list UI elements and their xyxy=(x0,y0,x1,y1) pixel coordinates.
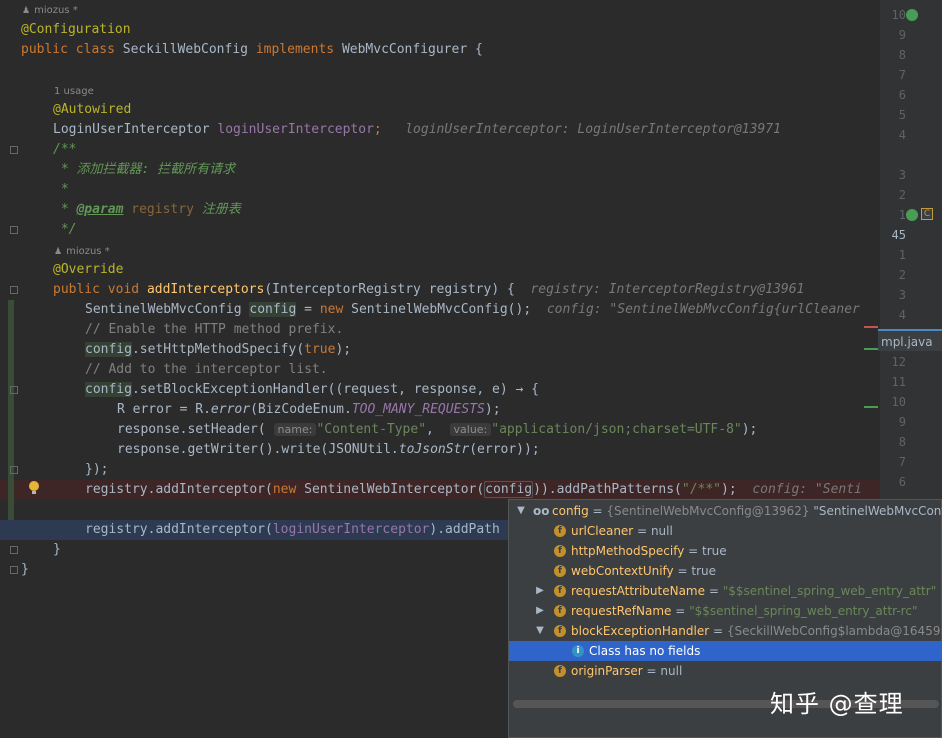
code-line-7: * 添加拦截器: 拦截所有请求 xyxy=(53,162,236,177)
code-line-6: /** xyxy=(53,142,77,157)
debug-row-field[interactable]: ▶ f requestRefName = "$$sentinel_spring_… xyxy=(509,601,942,621)
fold-marker[interactable] xyxy=(10,386,18,394)
implemented-icon[interactable] xyxy=(906,9,918,21)
fold-marker[interactable] xyxy=(10,286,18,294)
line-number: 4 xyxy=(898,308,906,322)
watermark: 知乎 @查理 xyxy=(770,690,904,718)
debug-row-field[interactable]: f originParser = null xyxy=(509,661,942,681)
fold-marker[interactable] xyxy=(10,566,18,574)
field-icon: f xyxy=(554,605,566,617)
chevron-down-icon[interactable]: ▼ xyxy=(516,501,526,521)
code-line-18: R error = R.error(BizCodeEnum.TOO_MANY_R… xyxy=(117,402,501,417)
author-hint: ♟ miozus * xyxy=(54,246,110,257)
line-number: 1 xyxy=(898,208,906,222)
fold-marker[interactable] xyxy=(10,466,18,474)
debug-row-field[interactable]: f httpMethodSpecify = true xyxy=(509,541,942,561)
field-icon: f xyxy=(554,665,566,677)
code-line-9: * @param registry 注册表 xyxy=(53,202,241,217)
param-hint: value: xyxy=(449,423,492,436)
line-number: 9 xyxy=(898,28,906,42)
watch-glasses-icon: oo xyxy=(533,504,550,518)
debug-row-field[interactable]: f urlCleaner = null xyxy=(509,521,942,541)
line-number: 6 xyxy=(898,475,906,489)
chevron-right-icon[interactable]: ▶ xyxy=(535,581,545,601)
line-number: 12 xyxy=(891,355,906,369)
line-number: 2 xyxy=(898,188,906,202)
fold-marker[interactable] xyxy=(10,226,18,234)
code-line-21: }); xyxy=(85,462,109,477)
field-icon: f xyxy=(554,545,566,557)
change-marker xyxy=(864,348,878,350)
code-line-16: // Add to the interceptor list. xyxy=(85,362,328,377)
code-line-13: SentinelWebMvcConfig config = new Sentin… xyxy=(85,302,860,317)
line-number: 2 xyxy=(898,268,906,282)
line-number: 10 xyxy=(891,8,906,22)
implemented-icon[interactable] xyxy=(906,209,918,221)
debug-row-config[interactable]: ▼ oo config = {SentinelWebMvcConfig@1396… xyxy=(509,501,942,521)
line-number: 11 xyxy=(891,375,906,389)
line-number: 7 xyxy=(898,68,906,82)
code-line-15: config.setHttpMethodSpecify(true); xyxy=(85,342,352,357)
line-number: 6 xyxy=(898,88,906,102)
line-number: 9 xyxy=(898,415,906,429)
class-icon: C xyxy=(921,208,933,220)
code-line-20: response.getWriter().write(JSONUtil.toJs… xyxy=(117,442,540,457)
error-marker xyxy=(864,326,878,328)
code-line-8: * xyxy=(53,182,69,197)
line-number: 5 xyxy=(898,108,906,122)
code-line-22: registry.addInterceptor(new SentinelWebI… xyxy=(85,481,862,498)
field-icon: f xyxy=(554,625,566,637)
code-line-11: @Override xyxy=(53,262,124,277)
code-line-10: */ xyxy=(53,222,77,237)
field-icon: f xyxy=(554,565,566,577)
debug-row-field[interactable]: ▼ f blockExceptionHandler = {SeckillWebC… xyxy=(509,621,942,641)
code-line-4: @Autowired xyxy=(53,102,132,117)
line-number: 3 xyxy=(898,168,906,182)
fold-marker[interactable] xyxy=(10,546,18,554)
field-icon: f xyxy=(554,525,566,537)
line-number: 7 xyxy=(898,455,906,469)
chevron-down-icon[interactable]: ▼ xyxy=(535,621,545,641)
debug-row-info[interactable]: i Class has no fields xyxy=(509,641,942,661)
code-line-1: @Configuration xyxy=(21,22,131,37)
field-icon: f xyxy=(554,585,566,597)
debug-row-field[interactable]: f webContextUnify = true xyxy=(509,561,942,581)
chevron-right-icon[interactable]: ▶ xyxy=(535,601,545,621)
code-line-5: LoginUserInterceptor loginUserIntercepto… xyxy=(53,122,781,137)
code-line-19: response.setHeader( name: "Content-Type",… xyxy=(117,422,758,437)
usage-hint[interactable]: 1 usage xyxy=(54,84,94,100)
line-number: 10 xyxy=(891,395,906,409)
fold-marker[interactable] xyxy=(10,146,18,154)
param-hint: name: xyxy=(273,423,317,436)
line-number: 8 xyxy=(898,48,906,62)
code-line-17: config.setBlockExceptionHandler((request… xyxy=(85,382,539,397)
line-number: 3 xyxy=(898,288,906,302)
editor-tab[interactable]: mpl.java xyxy=(878,329,942,351)
current-line-number: 45 xyxy=(891,228,906,242)
debug-row-field[interactable]: ▶ f requestAttributeName = "$$sentinel_s… xyxy=(509,581,942,601)
line-number: 1 xyxy=(898,248,906,262)
change-marker xyxy=(864,406,878,408)
vcs-change-marker xyxy=(8,300,14,520)
code-line-14: // Enable the HTTP method prefix. xyxy=(85,322,344,337)
line-number: 8 xyxy=(898,435,906,449)
code-line-2: public class SeckillWebConfig implements… xyxy=(21,42,483,57)
author-hint: ♟ miozus * xyxy=(22,5,78,16)
lightbulb-icon[interactable] xyxy=(29,481,39,495)
line-number: 4 xyxy=(898,128,906,142)
info-icon: i xyxy=(572,645,584,657)
code-line-12: public void addInterceptors(InterceptorR… xyxy=(53,282,805,297)
